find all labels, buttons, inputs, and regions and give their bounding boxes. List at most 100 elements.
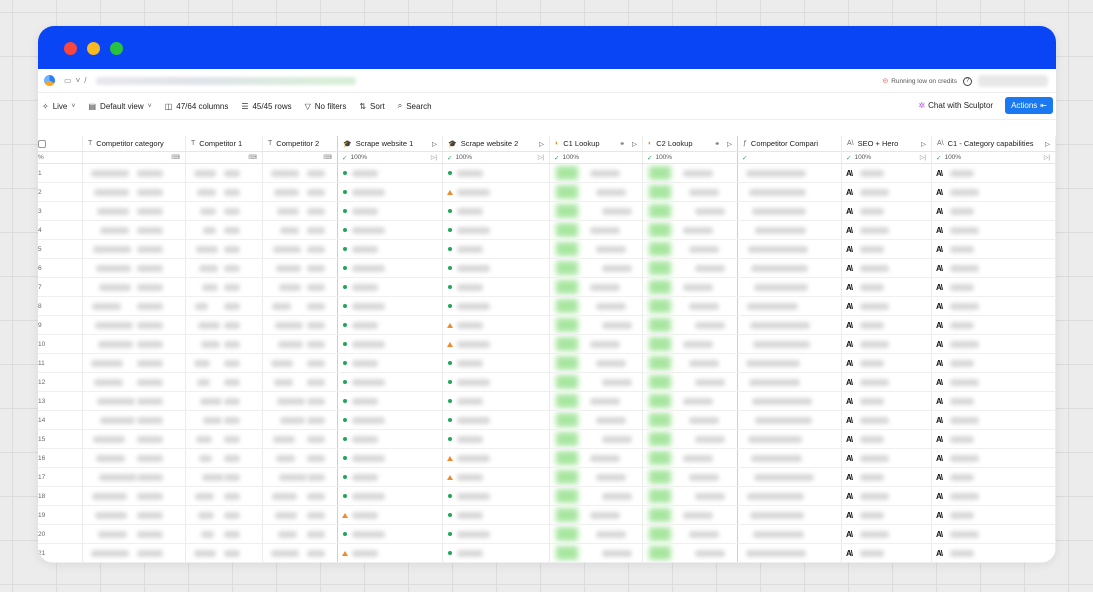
cell-competitor_category[interactable] bbox=[83, 316, 186, 334]
cell-competitor_category[interactable] bbox=[83, 487, 186, 505]
cell-competitor_1[interactable] bbox=[186, 544, 263, 562]
cell-competitor_category[interactable] bbox=[83, 183, 186, 201]
cell-c2_lookup[interactable] bbox=[643, 411, 738, 429]
keyboard-icon[interactable]: ⌨ bbox=[171, 154, 180, 161]
cell-scrape_2[interactable] bbox=[443, 354, 550, 372]
cell-scrape_1[interactable] bbox=[338, 449, 443, 467]
table-row[interactable]: 13 A\ A\ bbox=[38, 392, 1056, 411]
cell-c2_lookup[interactable] bbox=[643, 164, 738, 182]
cell-competitor_compari[interactable] bbox=[738, 544, 842, 562]
cell-competitor_category[interactable] bbox=[83, 164, 186, 182]
cell-scrape_1[interactable] bbox=[338, 373, 443, 391]
cell-scrape_1[interactable] bbox=[338, 278, 443, 296]
table-row[interactable]: 6 A\ A\ bbox=[38, 259, 1056, 278]
chevron-down-icon[interactable]: ˅ bbox=[76, 76, 81, 85]
cell-scrape_2[interactable] bbox=[443, 468, 550, 486]
cell-c2_lookup[interactable] bbox=[643, 335, 738, 353]
cell-competitor_2[interactable] bbox=[263, 544, 338, 562]
cell-c2_lookup[interactable] bbox=[643, 373, 738, 391]
cell-competitor_category[interactable] bbox=[83, 468, 186, 486]
cell-competitor_2[interactable] bbox=[263, 392, 338, 410]
cell-competitor_compari[interactable] bbox=[738, 525, 842, 543]
cell-scrape_2[interactable] bbox=[443, 316, 550, 334]
cell-scrape_1[interactable] bbox=[338, 544, 443, 562]
cell-c1_lookup[interactable] bbox=[550, 240, 643, 258]
cell-c1_category[interactable]: A\ bbox=[932, 354, 1056, 372]
table-row[interactable]: 20 A\ A\ bbox=[38, 525, 1056, 544]
cell-scrape_2[interactable] bbox=[443, 221, 550, 239]
cell-seo_hero[interactable]: A\ bbox=[842, 373, 932, 391]
run-column-icon[interactable]: ▷ bbox=[432, 140, 437, 148]
cell-competitor_1[interactable] bbox=[186, 164, 263, 182]
cell-competitor_category[interactable] bbox=[83, 525, 186, 543]
keyboard-icon[interactable]: ⌨ bbox=[323, 154, 332, 161]
rerun-icon[interactable]: ▷| bbox=[1044, 154, 1050, 161]
cell-seo_hero[interactable]: A\ bbox=[842, 316, 932, 334]
actions-button[interactable]: Actions ⇤ bbox=[1005, 97, 1053, 114]
cell-competitor_2[interactable] bbox=[263, 164, 338, 182]
cell-competitor_1[interactable] bbox=[186, 525, 263, 543]
cell-competitor_category[interactable] bbox=[83, 240, 186, 258]
cell-scrape_2[interactable] bbox=[443, 544, 550, 562]
cell-competitor_compari[interactable] bbox=[738, 278, 842, 296]
table-row[interactable]: 3 A\ A\ bbox=[38, 202, 1056, 221]
cell-competitor_1[interactable] bbox=[186, 183, 263, 201]
cell-c1_category[interactable]: A\ bbox=[932, 373, 1056, 391]
cell-seo_hero[interactable]: A\ bbox=[842, 278, 932, 296]
column-header-c1_lookup[interactable]: ◐ C1 Lookup ▷ ⚭ bbox=[550, 136, 643, 151]
cell-scrape_1[interactable] bbox=[338, 430, 443, 448]
cell-competitor_1[interactable] bbox=[186, 259, 263, 277]
cell-c1_category[interactable]: A\ bbox=[932, 183, 1056, 201]
table-row[interactable]: 12 A\ A\ bbox=[38, 373, 1056, 392]
column-header-competitor_1[interactable]: T Competitor 1 bbox=[186, 136, 263, 151]
table-row[interactable]: 8 A\ A\ bbox=[38, 297, 1056, 316]
view-selector[interactable]: ▤ Default view ˅ bbox=[88, 102, 151, 111]
cell-c1_lookup[interactable] bbox=[550, 449, 643, 467]
cell-competitor_category[interactable] bbox=[83, 449, 186, 467]
cell-competitor_2[interactable] bbox=[263, 468, 338, 486]
rerun-icon[interactable]: ▷| bbox=[920, 154, 926, 161]
cell-competitor_1[interactable] bbox=[186, 392, 263, 410]
cell-scrape_1[interactable] bbox=[338, 411, 443, 429]
cell-seo_hero[interactable]: A\ bbox=[842, 354, 932, 372]
cell-competitor_1[interactable] bbox=[186, 221, 263, 239]
cell-c1_category[interactable]: A\ bbox=[932, 202, 1056, 220]
cell-c2_lookup[interactable] bbox=[643, 240, 738, 258]
cell-competitor_2[interactable] bbox=[263, 259, 338, 277]
cell-seo_hero[interactable]: A\ bbox=[842, 164, 932, 182]
cell-competitor_compari[interactable] bbox=[738, 373, 842, 391]
column-header-competitor_category[interactable]: T Competitor category bbox=[83, 136, 186, 151]
sort-button[interactable]: ⇅ Sort bbox=[359, 102, 384, 111]
run-column-icon[interactable]: ▷ bbox=[727, 140, 732, 148]
cell-competitor_compari[interactable] bbox=[738, 202, 842, 220]
cell-c1_category[interactable]: A\ bbox=[932, 468, 1056, 486]
cell-competitor_compari[interactable] bbox=[738, 449, 842, 467]
run-column-icon[interactable]: ▷ bbox=[1045, 140, 1050, 148]
cell-c2_lookup[interactable] bbox=[643, 525, 738, 543]
cell-c2_lookup[interactable] bbox=[643, 392, 738, 410]
table-row[interactable]: 16 A\ A\ bbox=[38, 449, 1056, 468]
cell-competitor_1[interactable] bbox=[186, 487, 263, 505]
chat-sculptor-button[interactable]: ✲ Chat with Sculptor bbox=[914, 98, 997, 113]
cell-c1_lookup[interactable] bbox=[550, 164, 643, 182]
cell-scrape_1[interactable] bbox=[338, 468, 443, 486]
cell-seo_hero[interactable]: A\ bbox=[842, 430, 932, 448]
cell-c1_category[interactable]: A\ bbox=[932, 335, 1056, 353]
cell-scrape_2[interactable] bbox=[443, 240, 550, 258]
cell-c1_category[interactable]: A\ bbox=[932, 278, 1056, 296]
cell-c1_lookup[interactable] bbox=[550, 430, 643, 448]
cell-competitor_2[interactable] bbox=[263, 487, 338, 505]
breadcrumb-path[interactable] bbox=[96, 76, 357, 85]
cell-competitor_category[interactable] bbox=[83, 506, 186, 524]
cell-seo_hero[interactable]: A\ bbox=[842, 544, 932, 562]
cell-competitor_1[interactable] bbox=[186, 202, 263, 220]
table-row[interactable]: 18 A\ A\ bbox=[38, 487, 1056, 506]
link-icon[interactable]: ⚭ bbox=[620, 140, 625, 148]
cell-scrape_2[interactable] bbox=[443, 487, 550, 505]
cell-competitor_compari[interactable] bbox=[738, 297, 842, 315]
cell-scrape_1[interactable] bbox=[338, 392, 443, 410]
cell-competitor_2[interactable] bbox=[263, 316, 338, 334]
column-header-c1_category[interactable]: A\ C1 - Category capabilities ▷ bbox=[932, 136, 1056, 151]
cell-c2_lookup[interactable] bbox=[643, 278, 738, 296]
cell-competitor_1[interactable] bbox=[186, 411, 263, 429]
